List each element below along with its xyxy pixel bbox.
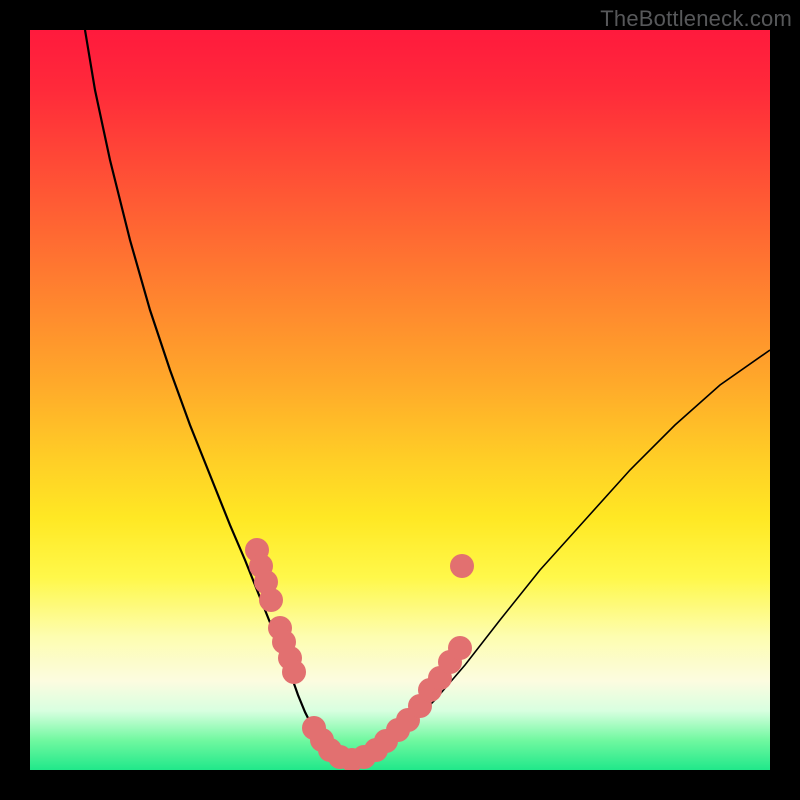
watermark-text: TheBottleneck.com bbox=[600, 6, 792, 32]
data-marker bbox=[259, 588, 283, 612]
chart-svg bbox=[30, 30, 770, 770]
plot-area bbox=[30, 30, 770, 770]
curve-left bbox=[85, 30, 350, 760]
data-marker bbox=[282, 660, 306, 684]
marker-group bbox=[245, 538, 474, 770]
data-marker bbox=[448, 636, 472, 660]
data-marker bbox=[450, 554, 474, 578]
